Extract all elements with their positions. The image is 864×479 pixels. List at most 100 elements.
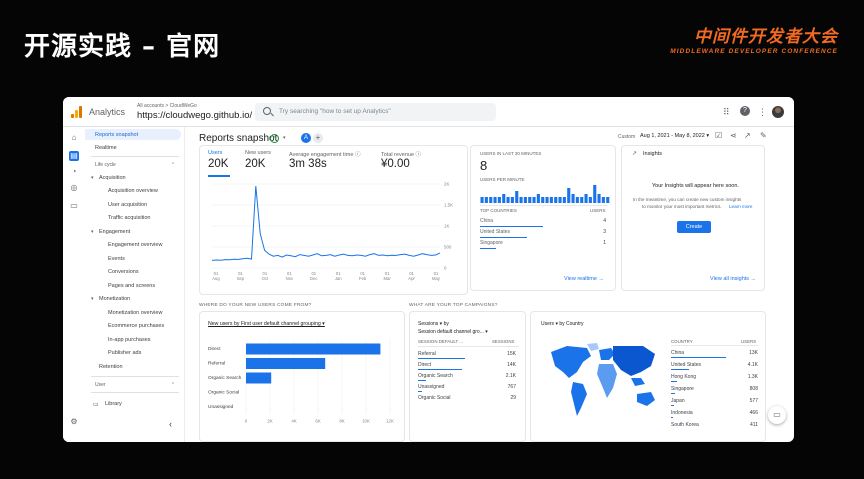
users-column-header: USERS bbox=[741, 339, 757, 344]
view-all-insights-link[interactable]: View all insights → bbox=[710, 276, 756, 282]
x-tick-month: Nov bbox=[286, 276, 294, 281]
country-row-value: 808 bbox=[749, 386, 758, 392]
world-map bbox=[551, 343, 655, 416]
nav-acquisition-overview[interactable]: Acquisition overview bbox=[108, 188, 158, 194]
share-icon[interactable]: ⋖ bbox=[730, 131, 737, 140]
apps-grid-icon[interactable]: ⠿ bbox=[723, 106, 730, 118]
sessions-metric-selector[interactable]: Sessions ▾ by bbox=[418, 321, 449, 327]
nav-engagement[interactable]: Engagement bbox=[99, 229, 130, 235]
breadcrumb[interactable]: All accounts > CloudWeGo bbox=[137, 103, 197, 109]
property-selector[interactable]: https://cloudwego.github.io/ ▾ bbox=[137, 110, 260, 121]
country-row-value: 411 bbox=[750, 422, 758, 428]
north-america-region bbox=[551, 346, 591, 378]
collapse-arrow-icon[interactable]: ⌃ bbox=[171, 162, 175, 168]
home-icon[interactable]: ⌂ bbox=[69, 133, 79, 143]
nav-engagement-overview[interactable]: Engagement overview bbox=[108, 242, 162, 248]
campaign-row-value: 15K bbox=[507, 351, 516, 357]
nav-divider bbox=[91, 156, 179, 157]
nav-monetization-overview[interactable]: Monetization overview bbox=[108, 310, 162, 316]
nav-acquisition[interactable]: Acquisition bbox=[99, 175, 126, 181]
per-minute-bar bbox=[532, 197, 536, 203]
nav-life-cycle[interactable]: Life cycle bbox=[95, 162, 116, 168]
nav-monetization[interactable]: Monetization bbox=[99, 296, 130, 302]
nav-reports-snapshot[interactable]: Reports snapshot bbox=[85, 129, 181, 140]
x-tick-month: Feb bbox=[359, 276, 367, 281]
insights-trend-icon[interactable]: ↗ bbox=[744, 131, 751, 140]
explore-icon[interactable]: ◔ bbox=[69, 167, 79, 177]
channel-dimension-selector[interactable]: Session default channel gro... ▾ bbox=[418, 329, 488, 335]
per-minute-bar bbox=[515, 191, 519, 203]
country-row-value: 4.1K bbox=[747, 362, 758, 368]
nav-pages-and-screens[interactable]: Pages and screens bbox=[108, 283, 155, 289]
customize-report-icon[interactable]: ☑ bbox=[715, 131, 722, 140]
country-row-bar bbox=[671, 357, 726, 358]
help-icon[interactable]: ? bbox=[740, 106, 750, 116]
per-minute-bar bbox=[558, 197, 562, 203]
per-minute-bar bbox=[562, 197, 566, 203]
reports-icon[interactable]: ▤ bbox=[69, 151, 79, 161]
nav-events[interactable]: Events bbox=[108, 256, 125, 262]
app-name: Analytics bbox=[89, 107, 126, 117]
nav-retention[interactable]: Retention bbox=[99, 364, 123, 370]
realtime-value: 8 bbox=[480, 158, 488, 173]
collapse-arrow-icon[interactable]: ⌃ bbox=[171, 382, 175, 388]
add-comparison-button[interactable]: + bbox=[313, 133, 323, 143]
per-minute-bar bbox=[580, 197, 584, 203]
title-dropdown-icon[interactable]: ▾ bbox=[283, 135, 286, 141]
country-map-card: Users ▾ by Country COUNTRY USERS China 1… bbox=[530, 311, 766, 442]
campaign-row-bar bbox=[418, 380, 426, 381]
search-bar[interactable]: Try searching "how to set up Analytics" bbox=[255, 103, 496, 121]
per-minute-bar bbox=[510, 197, 514, 203]
insights-title: Insights bbox=[643, 151, 662, 157]
divider bbox=[480, 205, 608, 206]
per-minute-bar bbox=[575, 197, 579, 203]
more-vert-icon[interactable]: ⋮ bbox=[758, 106, 767, 118]
metric-value-revenue: ¥0.00 bbox=[381, 158, 410, 170]
nav-in-app-purchases[interactable]: In-app purchases bbox=[108, 337, 151, 343]
nav-traffic-acquisition[interactable]: Traffic acquisition bbox=[108, 215, 151, 221]
feedback-button[interactable]: ▭ bbox=[768, 406, 786, 424]
analytics-logo-icon[interactable] bbox=[71, 106, 83, 118]
view-realtime-link[interactable]: View realtime → bbox=[564, 276, 604, 282]
learn-more-link[interactable]: Learn more bbox=[729, 204, 753, 209]
per-minute-bar bbox=[584, 194, 588, 203]
x-tick-month: Apr bbox=[408, 276, 415, 281]
metric-label-engagement-time[interactable]: Average engagement time ⓘ bbox=[289, 150, 360, 158]
nav-realtime[interactable]: Realtime bbox=[95, 145, 117, 151]
campaign-row-name: Referral bbox=[418, 351, 436, 357]
expand-arrow-icon[interactable]: ▾ bbox=[91, 296, 94, 302]
nav-library[interactable]: Library bbox=[105, 401, 122, 407]
nav-publisher-ads[interactable]: Publisher ads bbox=[108, 350, 141, 356]
nav-user[interactable]: User bbox=[95, 382, 106, 388]
comparison-chip[interactable]: A bbox=[301, 133, 311, 143]
nav-ecommerce-purchases[interactable]: Ecommerce purchases bbox=[108, 323, 164, 329]
x-tick-label: 12K bbox=[386, 419, 394, 424]
edit-pencil-icon[interactable]: ✎ bbox=[760, 131, 767, 140]
country-row-name: Singapore bbox=[671, 386, 694, 392]
search-placeholder: Try searching "how to set up Analytics" bbox=[279, 108, 391, 115]
southeast-asia-region bbox=[631, 378, 645, 386]
collapse-nav-button[interactable]: ‹ bbox=[169, 419, 172, 429]
advertising-icon[interactable]: ◎ bbox=[69, 183, 79, 193]
country-map-selector[interactable]: Users ▾ by Country bbox=[541, 321, 584, 327]
country-column-header: COUNTRY bbox=[671, 339, 693, 344]
nav-conversions[interactable]: Conversions bbox=[108, 269, 139, 275]
metric-label-revenue[interactable]: Total revenue ⓘ bbox=[381, 150, 421, 158]
settings-gear-icon[interactable]: ⚙ bbox=[69, 417, 79, 427]
campaigns-column-sessions: SESSIONS bbox=[492, 339, 515, 344]
campaign-row-name: Organic Search bbox=[418, 373, 453, 379]
expand-arrow-icon[interactable]: ▾ bbox=[91, 175, 94, 181]
realtime-caption: USERS IN LAST 30 MINUTES bbox=[480, 151, 542, 156]
australia-region bbox=[637, 392, 655, 406]
country-row-value: 466 bbox=[749, 410, 758, 416]
new-users-dimension-selector[interactable]: New users by First user default channel … bbox=[208, 321, 325, 327]
metric-label-users[interactable]: Users bbox=[208, 150, 222, 156]
avatar[interactable] bbox=[772, 106, 784, 118]
metric-label-new-users[interactable]: New users bbox=[245, 150, 271, 156]
date-range-picker[interactable]: Aug 1, 2021 - May 8, 2022 ▾ bbox=[640, 133, 709, 139]
create-insight-button[interactable]: Create bbox=[677, 221, 711, 233]
configure-icon[interactable]: ▭ bbox=[69, 201, 79, 211]
divider bbox=[671, 345, 759, 346]
expand-arrow-icon[interactable]: ▾ bbox=[91, 229, 94, 235]
nav-user-acquisition[interactable]: User acquisition bbox=[108, 202, 147, 208]
